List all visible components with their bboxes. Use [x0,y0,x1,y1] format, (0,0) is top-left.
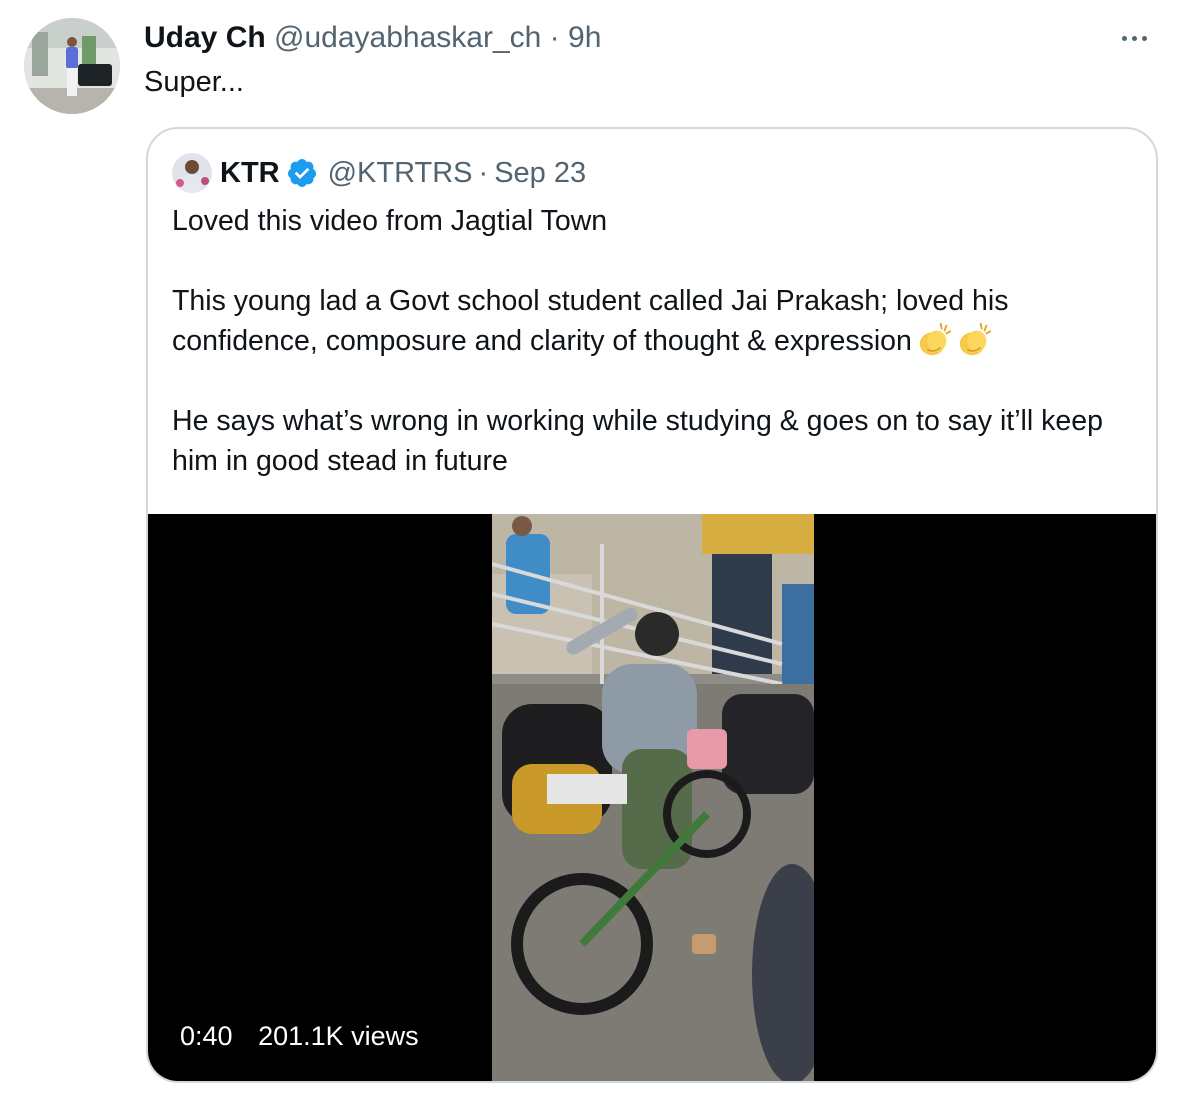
quoted-paragraph-1: Loved this video from Jagtial Town [172,205,608,237]
video-meta: 0:40 201.1K views [180,1018,419,1054]
video-thumbnail [492,514,814,1081]
quoted-tweet-card[interactable]: KTR @KTRTRS · Sep 23 Loved this video fr… [146,127,1158,1083]
video-duration: 0:40 [180,1021,233,1051]
more-horizontal-icon [1121,35,1147,41]
video-frame [492,514,814,1081]
quoted-author-handle[interactable]: @KTRTRS [328,157,473,190]
clapping-hands-icon [959,322,992,356]
video-views: 201.1K views [258,1021,419,1051]
quoted-author-name[interactable]: KTR [220,157,280,190]
video-player[interactable]: 0:40 201.1K views [148,514,1156,1081]
author-photo [24,18,120,114]
quoted-tweet-text: Loved this video from Jagtial Town This … [172,201,1132,481]
author-handle[interactable]: @udayabhaskar_ch [274,21,541,54]
more-options-button[interactable] [1112,20,1156,56]
quoted-author-avatar[interactable] [172,153,212,193]
quoted-tweet-header: KTR @KTRTRS · Sep 23 [172,151,586,195]
tweet-text: Super... [144,66,244,98]
quoted-paragraph-2: This young lad a Govt school student cal… [172,281,1132,361]
quoted-author-photo [172,153,212,193]
quoted-tweet-date[interactable]: Sep 23 [494,157,586,190]
author-name[interactable]: Uday Ch [144,21,266,54]
quoted-paragraph-2-text: This young lad a Govt school student cal… [172,285,1009,357]
tweet-time[interactable]: 9h [568,21,601,54]
header-separator: · [549,21,560,54]
clapping-hands-icon [919,322,952,356]
quoted-header-separator: · [478,156,489,189]
author-avatar[interactable] [24,18,120,114]
tweet-header: Uday Ch @udayabhaskar_ch · 9h [144,18,1199,58]
verified-badge-icon [287,159,316,187]
quoted-paragraph-3: He says what’s wrong in working while st… [172,405,1103,477]
